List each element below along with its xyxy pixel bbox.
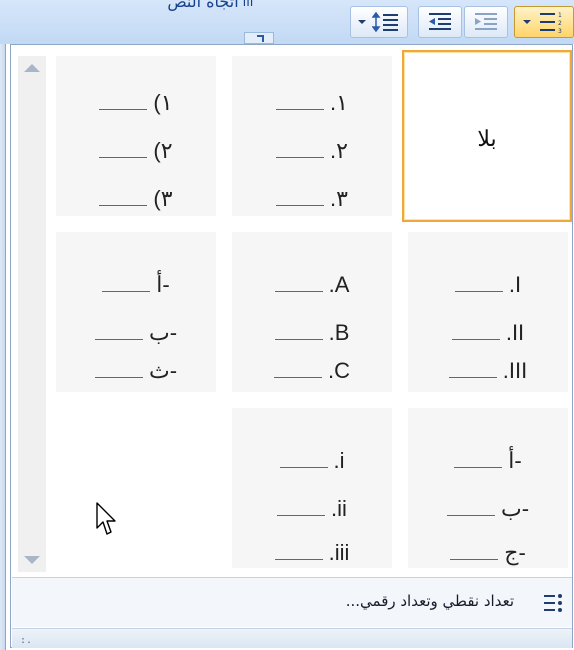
line-spacing-button[interactable] bbox=[350, 6, 408, 38]
chevron-down-icon bbox=[358, 20, 366, 24]
text-direction-label[interactable]: اتجاه النص bbox=[118, 0, 288, 11]
bullets-numbering-icon bbox=[544, 594, 562, 612]
increase-indent-button[interactable] bbox=[464, 6, 508, 38]
numbering-none-label: بلا bbox=[477, 126, 497, 151]
list-marker: .I bbox=[508, 272, 522, 297]
scroll-up-icon[interactable] bbox=[24, 64, 40, 72]
list-marker: .١ bbox=[330, 90, 348, 115]
svg-text:1: 1 bbox=[558, 12, 562, 19]
list-marker: ب- bbox=[500, 496, 530, 521]
list-marker: (١ bbox=[153, 90, 173, 115]
numbering-button[interactable]: 1 2 3 bbox=[514, 6, 574, 38]
decrease-indent-button[interactable] bbox=[418, 6, 462, 38]
list-marker: (٣ bbox=[153, 186, 173, 211]
numbering-option-abjad-1[interactable]: أ- ب- ث- bbox=[56, 232, 216, 392]
list-marker: .A bbox=[328, 272, 350, 297]
list-marker: .٢ bbox=[330, 138, 348, 163]
mouse-cursor-icon bbox=[96, 502, 118, 542]
numbering-option-arabic-paren[interactable]: (١ (٢ (٣ bbox=[56, 56, 216, 216]
list-marker: .ii bbox=[331, 496, 347, 521]
empty-gallery-slot bbox=[56, 406, 216, 566]
line-spacing-icon bbox=[372, 11, 398, 33]
dialog-launcher-button[interactable] bbox=[244, 32, 274, 44]
svg-text:2: 2 bbox=[558, 20, 562, 27]
scroll-down-icon[interactable] bbox=[24, 556, 40, 564]
svg-text:3: 3 bbox=[558, 28, 562, 34]
gallery-scrollbar[interactable] bbox=[18, 56, 46, 572]
ribbon-strip: اتجاه النص ااا 1 2 3 bbox=[0, 0, 574, 44]
numbering-icon: 1 2 3 bbox=[540, 12, 562, 34]
chevron-down-icon bbox=[523, 20, 531, 24]
numbering-option-roman-lower[interactable]: .i .ii .iii bbox=[232, 408, 392, 568]
numbering-option-arabic-dot[interactable]: .١ .٢ .٣ bbox=[232, 56, 392, 216]
bullets-numbering-label: تعداد نقطي وتعداد رقمي... bbox=[345, 592, 514, 610]
list-marker: .III bbox=[502, 358, 528, 383]
list-marker: ب- bbox=[148, 320, 178, 345]
list-marker: .٣ bbox=[330, 186, 348, 211]
list-marker: .iii bbox=[328, 540, 350, 565]
list-marker: ج- bbox=[504, 540, 526, 565]
list-marker: .i bbox=[333, 448, 345, 473]
list-marker: أ- bbox=[156, 272, 170, 297]
list-marker: أ- bbox=[508, 448, 522, 473]
numbering-option-alpha-upper[interactable]: .A .B .C bbox=[232, 232, 392, 392]
resize-grip-icon[interactable]: :. bbox=[20, 635, 32, 646]
bullets-numbering-menu-item[interactable]: تعداد نقطي وتعداد رقمي... bbox=[12, 577, 572, 627]
decrease-indent-icon bbox=[429, 13, 451, 30]
list-marker: (٢ bbox=[153, 138, 173, 163]
list-marker: .II bbox=[505, 320, 525, 345]
increase-indent-icon bbox=[475, 13, 497, 30]
list-marker: .C bbox=[328, 358, 350, 383]
numbering-option-abjad-2[interactable]: أ- ب- ج- bbox=[408, 408, 568, 568]
text-direction-icon[interactable]: ااا bbox=[238, 0, 258, 12]
numbering-option-roman-upper[interactable]: .I .II .III bbox=[408, 232, 568, 392]
resize-grip-bar[interactable]: :. bbox=[12, 628, 572, 648]
list-marker: ث- bbox=[148, 358, 178, 383]
numbering-option-none[interactable]: بلا bbox=[402, 50, 572, 222]
list-marker: .B bbox=[328, 320, 350, 345]
window-left-edge bbox=[0, 44, 6, 650]
